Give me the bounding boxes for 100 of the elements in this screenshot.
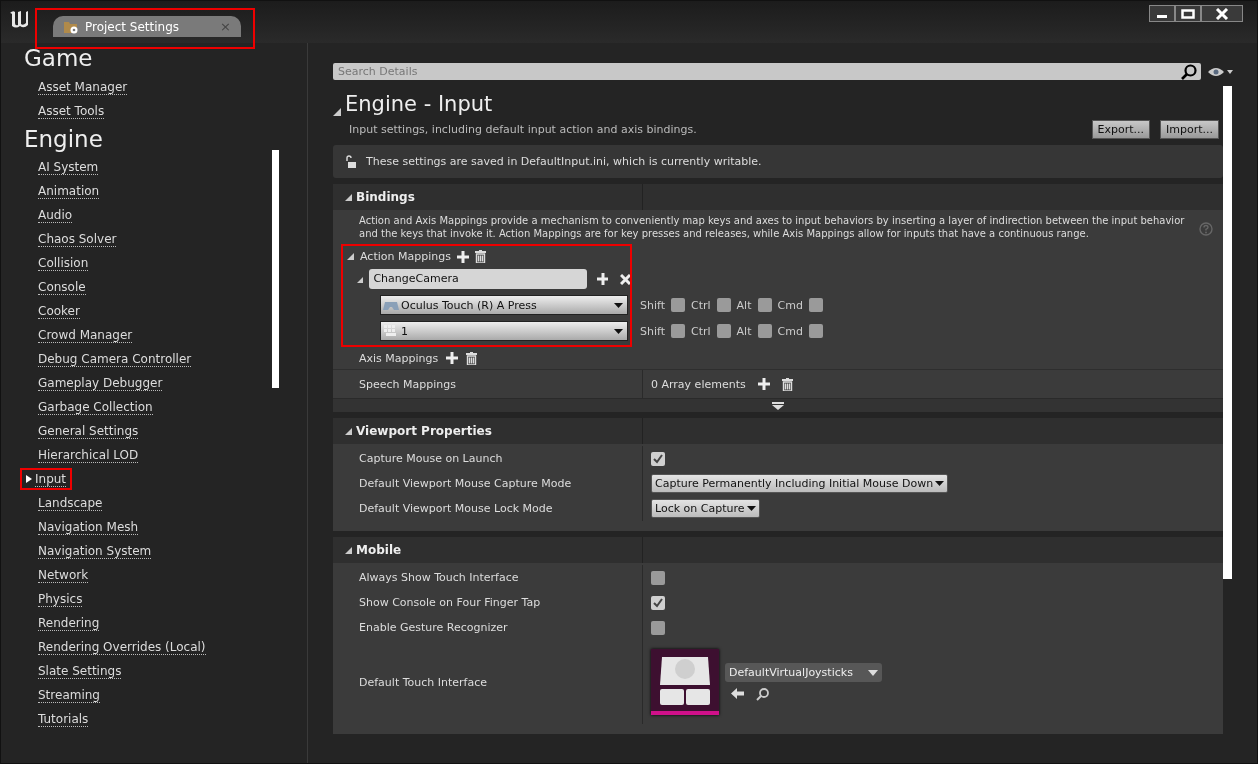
- checkbox[interactable]: [651, 451, 665, 466]
- sidebar-item[interactable]: Crowd Manager: [38, 327, 133, 343]
- sidebar-item[interactable]: Physics: [38, 591, 83, 607]
- collapse-triangle-icon[interactable]: [333, 108, 341, 116]
- add-icon[interactable]: [757, 378, 770, 390]
- property-label: Default Viewport Mouse Lock Mode: [359, 502, 553, 515]
- modifier-label: Alt: [736, 324, 752, 338]
- checkbox[interactable]: [651, 595, 665, 610]
- trash-icon[interactable]: [781, 377, 793, 391]
- category-header[interactable]: Bindings: [333, 184, 1223, 210]
- collapse-triangle-icon[interactable]: [357, 275, 364, 283]
- checkbox[interactable]: [808, 324, 823, 338]
- dropdown-caret-icon: [746, 506, 756, 511]
- collapse-triangle-icon[interactable]: [347, 253, 354, 260]
- sidebar-item[interactable]: AI System: [38, 159, 99, 175]
- add-icon[interactable]: [446, 352, 459, 364]
- dropdown-caret-icon: [868, 669, 878, 676]
- checkbox[interactable]: [716, 298, 731, 312]
- dropdown-caret-icon: [614, 328, 623, 334]
- checkbox[interactable]: [757, 324, 772, 338]
- asset-dropdown[interactable]: DefaultVirtualJoysticks: [725, 663, 882, 682]
- search-icon: [1181, 64, 1197, 80]
- action-name-field[interactable]: ChangeCamera: [369, 269, 587, 289]
- property-value: 0 Array elements: [651, 377, 746, 391]
- property-label: Speech Mappings: [359, 377, 456, 391]
- category-header[interactable]: Viewport Properties: [333, 418, 1223, 444]
- gamepad-icon: [383, 299, 399, 311]
- dropdown[interactable]: Capture Permanently Including Initial Mouse Down: [651, 474, 949, 493]
- project-settings-tab[interactable]: Project Settings ×: [53, 16, 241, 37]
- arrow-left-icon[interactable]: [731, 688, 744, 699]
- unlocked-padlock-icon: [345, 154, 357, 169]
- category-header[interactable]: Mobile: [333, 537, 1223, 563]
- modifier-label: Ctrl: [691, 324, 711, 338]
- scrollbar-thumb[interactable]: [272, 150, 279, 388]
- sidebar-item[interactable]: Streaming: [38, 687, 100, 703]
- collapse-triangle-icon: [345, 427, 352, 435]
- sidebar-item[interactable]: Network: [38, 567, 89, 583]
- sidebar-item[interactable]: Rendering: [38, 615, 100, 631]
- key-dropdown[interactable]: 1: [380, 321, 628, 341]
- sidebar-item[interactable]: Input: [35, 472, 67, 487]
- sidebar-item[interactable]: Collision: [38, 255, 89, 271]
- trash-icon[interactable]: [466, 351, 478, 365]
- category-title: Mobile: [356, 543, 402, 557]
- joystick-thumbnail-drawing: [651, 649, 719, 715]
- collapse-triangle-icon: [345, 546, 352, 554]
- sidebar-item[interactable]: Navigation Mesh: [38, 519, 139, 535]
- close-button[interactable]: [1201, 5, 1243, 22]
- modifier-label: Alt: [736, 298, 752, 312]
- checkbox[interactable]: [808, 298, 823, 312]
- checkbox[interactable]: [651, 570, 665, 585]
- sidebar-item[interactable]: Debug Camera Controller: [38, 351, 192, 367]
- eye-icon[interactable]: [1207, 65, 1233, 78]
- search-icon[interactable]: [756, 688, 769, 701]
- checkbox[interactable]: [716, 324, 731, 338]
- sidebar-item[interactable]: Audio: [38, 207, 73, 223]
- sidebar-item[interactable]: Asset Manager: [38, 79, 128, 95]
- checkbox[interactable]: [651, 620, 665, 635]
- sidebar-item[interactable]: Slate Settings: [38, 663, 122, 679]
- action-button[interactable]: Export...: [1091, 120, 1150, 139]
- sidebar-item[interactable]: Navigation System: [38, 543, 152, 559]
- bindings-description: Action and Axis Mappings provide a mechanism to conveniently map keys and axes to input behaviors by inserting a layer of indirection between the input behavior and the keys that invoke it. Action Mappings are for key presses and releases, while Axis Mappings allow for inputs that have a continuous range.: [359, 214, 1186, 240]
- minimize-icon: [1157, 14, 1167, 18]
- property-label: Always Show Touch Interface: [359, 571, 519, 584]
- keyboard-icon: [383, 324, 399, 338]
- category-title: Viewport Properties: [356, 424, 492, 438]
- add-icon[interactable]: [596, 273, 608, 285]
- dropdown[interactable]: Lock on Capture: [651, 499, 760, 518]
- sidebar-item[interactable]: Cooker: [38, 303, 80, 319]
- action-button[interactable]: Import...: [1160, 120, 1219, 139]
- sidebar-item[interactable]: Hierarchical LOD: [38, 447, 139, 463]
- sidebar-item[interactable]: Gameplay Debugger: [38, 375, 163, 391]
- section-heading: Engine: [23, 125, 104, 154]
- maximize-icon: [1181, 8, 1195, 19]
- checkbox[interactable]: [671, 324, 685, 338]
- sidebar-item[interactable]: Animation: [38, 183, 100, 199]
- sidebar-item[interactable]: Rendering Overrides (Local): [38, 639, 206, 655]
- dropdown-caret-icon: [935, 481, 945, 486]
- checkbox[interactable]: [671, 298, 685, 312]
- key-dropdown[interactable]: Oculus Touch (R) A Press: [380, 295, 628, 315]
- property-label: Default Touch Interface: [359, 675, 487, 689]
- minimize-button[interactable]: [1149, 5, 1175, 22]
- close-icon[interactable]: [619, 273, 630, 285]
- sidebar-item[interactable]: Asset Tools: [38, 103, 105, 119]
- property-label: Enable Gesture Recognizer: [359, 621, 508, 634]
- sidebar-item[interactable]: Garbage Collection: [38, 399, 153, 415]
- scrollbar-thumb[interactable]: [1223, 86, 1232, 579]
- maximize-button[interactable]: [1175, 5, 1201, 22]
- sidebar-item[interactable]: General Settings: [38, 423, 139, 439]
- sidebar-item[interactable]: Chaos Solver: [38, 231, 117, 247]
- page-description: Input settings, including default input action and axis bindings.: [349, 123, 697, 136]
- search-field[interactable]: Search Details: [333, 63, 1201, 80]
- notice-text: These settings are saved in DefaultInput.ini, which is currently writable.: [366, 155, 762, 168]
- add-icon[interactable]: [456, 250, 469, 263]
- modifier-label: Shift: [640, 298, 665, 312]
- trash-icon[interactable]: [474, 250, 486, 263]
- checkbox[interactable]: [757, 298, 772, 312]
- sidebar-item[interactable]: Landscape: [38, 495, 103, 511]
- expand-arrow-icon[interactable]: [772, 401, 784, 410]
- sidebar-item[interactable]: Tutorials: [38, 711, 89, 727]
- sidebar-item[interactable]: Console: [38, 279, 86, 295]
